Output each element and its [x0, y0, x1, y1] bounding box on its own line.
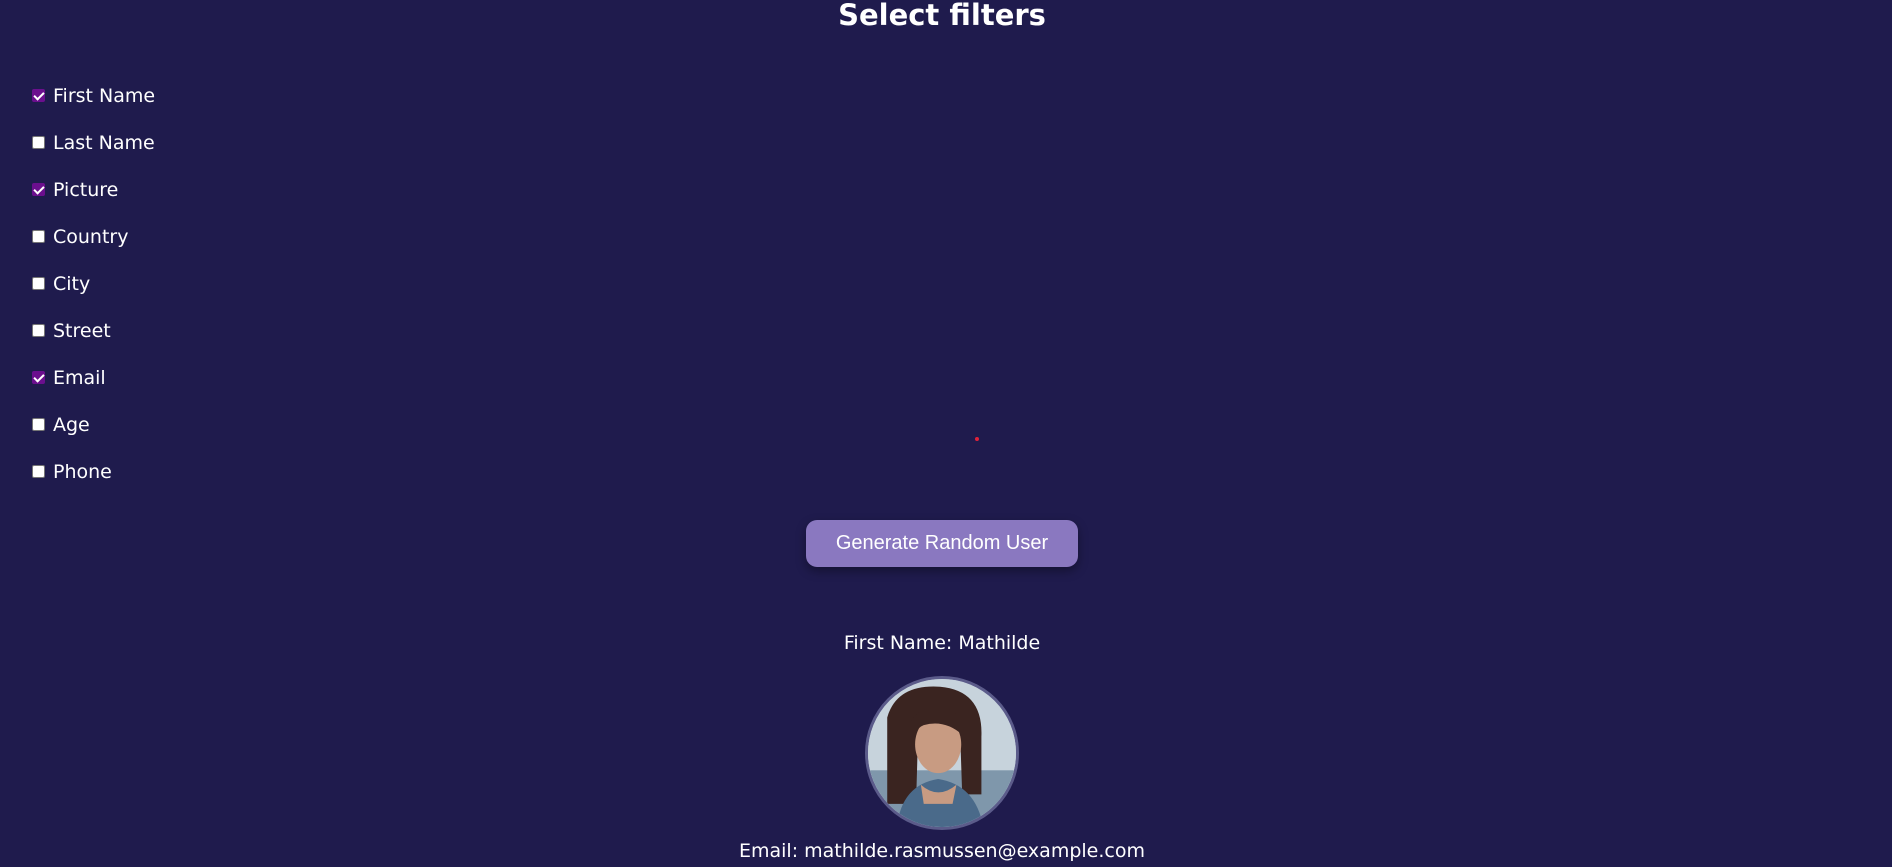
result-first-name: First Name: Mathilde	[843, 632, 1041, 654]
checkbox-age[interactable]	[32, 418, 45, 431]
filter-list: First Name Last Name Picture Country Cit…	[32, 72, 155, 495]
filter-label: Age	[53, 413, 90, 436]
checkbox-phone[interactable]	[32, 465, 45, 478]
filter-label: City	[53, 272, 91, 295]
filter-first-name[interactable]: First Name	[32, 72, 155, 119]
page-title: Select filters	[838, 0, 1046, 32]
filter-email[interactable]: Email	[32, 354, 155, 401]
filter-picture[interactable]: Picture	[32, 166, 155, 213]
checkbox-street[interactable]	[32, 324, 45, 337]
filter-phone[interactable]: Phone	[32, 448, 155, 495]
filter-label: Street	[53, 319, 111, 342]
filter-label: Phone	[53, 460, 112, 483]
user-photo-icon	[868, 679, 1016, 827]
checkbox-last-name[interactable]	[32, 136, 45, 149]
filter-street[interactable]: Street	[32, 307, 155, 354]
filter-age[interactable]: Age	[32, 401, 155, 448]
checkbox-picture[interactable]	[32, 183, 45, 196]
generate-random-user-button[interactable]: Generate Random User	[806, 520, 1078, 567]
user-avatar	[865, 676, 1019, 830]
filter-label: Last Name	[53, 131, 155, 154]
result-email: Email: mathilde.rasmussen@example.com	[739, 840, 1145, 862]
checkbox-country[interactable]	[32, 230, 45, 243]
filter-label: Country	[53, 225, 129, 248]
filter-country[interactable]: Country	[32, 213, 155, 260]
filter-label: Email	[53, 366, 106, 389]
filter-city[interactable]: City	[32, 260, 155, 307]
checkbox-email[interactable]	[32, 371, 45, 384]
checkbox-city[interactable]	[32, 277, 45, 290]
filter-label: First Name	[53, 84, 156, 107]
red-dot-marker	[975, 437, 979, 441]
page: Select filters First Name Last Name Pict…	[0, 0, 1892, 867]
checkbox-first-name[interactable]	[32, 89, 45, 102]
filter-last-name[interactable]: Last Name	[32, 119, 155, 166]
filter-label: Picture	[53, 178, 119, 201]
